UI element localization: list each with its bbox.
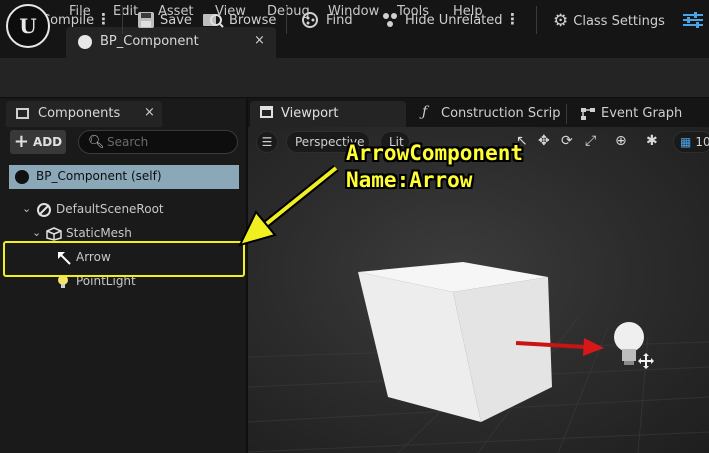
toolbar-divider <box>536 6 537 34</box>
hamburger-icon: ☰ <box>261 135 273 149</box>
component-search[interactable]: 🔍︎ <box>78 130 238 154</box>
browse-label: Browse <box>229 12 277 28</box>
class-settings-label: Class Settings <box>573 13 665 29</box>
world-local-icon[interactable]: ⊕ <box>615 133 627 149</box>
components-icon <box>16 108 29 119</box>
unreal-logo-icon[interactable]: U <box>6 4 50 48</box>
tree-item-label: StaticMesh <box>66 226 132 240</box>
viewport-icon <box>260 106 273 118</box>
blueprint-icon <box>15 170 29 184</box>
document-tab[interactable]: BP_Component × <box>66 27 276 58</box>
hide-unrelated-options-button[interactable]: ⋮ <box>505 10 520 28</box>
tab-label: Event Graph <box>601 106 683 121</box>
compile-options-button[interactable]: ⋮ <box>96 10 111 28</box>
chevron-down-icon[interactable]: ⌄ <box>32 226 41 239</box>
point-light-icon[interactable] <box>614 322 654 369</box>
components-tab[interactable]: Components × <box>6 101 162 127</box>
class-settings-button[interactable]: ⚙ Class Settings <box>553 11 665 31</box>
save-icon <box>138 12 154 28</box>
plus-icon: + <box>13 131 29 152</box>
find-icon <box>302 12 318 28</box>
toolbar-divider <box>122 6 123 34</box>
self-item-label: BP_Component (self) <box>36 169 162 183</box>
translate-icon[interactable]: ✥ <box>538 133 550 149</box>
graph-icon <box>581 108 595 120</box>
annotation-highlight-box <box>3 241 245 277</box>
close-components-button[interactable]: × <box>144 105 155 120</box>
find-label: Find <box>326 12 353 28</box>
surface-snap-icon[interactable]: ✱ <box>646 133 658 149</box>
sliders-icon <box>683 12 703 28</box>
grid-snap-value: 10 <box>695 135 709 149</box>
scene-root-icon <box>37 203 51 217</box>
component-self-item[interactable]: BP_Component (self) <box>9 165 239 189</box>
hide-unrelated-icon <box>383 13 397 27</box>
save-label: Save <box>160 12 192 28</box>
document-tab-label: BP_Component <box>100 34 199 49</box>
tab-event-graph[interactable]: Event Graph <box>576 101 709 127</box>
rotate-icon[interactable]: ⟳ <box>561 133 573 149</box>
annotation-line-1: ArrowComponent <box>346 141 524 165</box>
annotation-line-2: Name:Arrow <box>346 168 473 192</box>
close-tab-button[interactable]: × <box>254 33 265 48</box>
tree-item-label: DefaultSceneRoot <box>56 202 164 216</box>
menu-edit[interactable]: Edit <box>113 4 138 19</box>
add-label: ADD <box>32 135 63 149</box>
grid-icon: ▦ <box>680 135 692 149</box>
tab-divider <box>566 104 567 124</box>
tree-item-default-scene-root[interactable]: ⌄ DefaultSceneRoot <box>22 200 232 220</box>
annotation-callout: ArrowComponent Name:Arrow <box>346 140 523 194</box>
tab-label: Viewport <box>281 106 339 121</box>
tab-construction-script[interactable]: ƒ Construction Scrip <box>414 101 564 127</box>
grid-snap-toggle[interactable]: ▦ 10 <box>673 131 709 153</box>
find-button[interactable]: Find <box>301 11 353 29</box>
toolbar <box>0 58 709 98</box>
browse-button[interactable]: Browse <box>202 11 276 29</box>
hide-unrelated-label: Hide Unrelated <box>405 12 503 28</box>
save-button[interactable]: Save <box>137 11 192 29</box>
add-component-button[interactable]: + ADD <box>10 130 66 154</box>
tab-label: Construction Scrip <box>441 106 561 121</box>
class-defaults-button[interactable] <box>682 11 704 29</box>
scale-icon[interactable]: ⤢ <box>585 133 596 149</box>
browse-icon <box>203 14 224 28</box>
search-input[interactable] <box>107 134 227 150</box>
function-icon: ƒ <box>422 104 428 120</box>
hide-unrelated-button[interactable]: Hide Unrelated <box>380 11 503 29</box>
static-mesh-icon <box>46 227 62 241</box>
components-tab-label: Components <box>38 106 121 121</box>
blueprint-icon <box>78 35 92 49</box>
search-icon: 🔍︎ <box>88 135 105 150</box>
chevron-down-icon[interactable]: ⌄ <box>22 202 31 215</box>
viewport-menu-button[interactable]: ☰ <box>256 131 278 153</box>
tab-viewport[interactable]: Viewport <box>250 101 406 127</box>
toolbar-divider <box>286 6 287 34</box>
gear-icon: ⚙ <box>553 11 569 31</box>
